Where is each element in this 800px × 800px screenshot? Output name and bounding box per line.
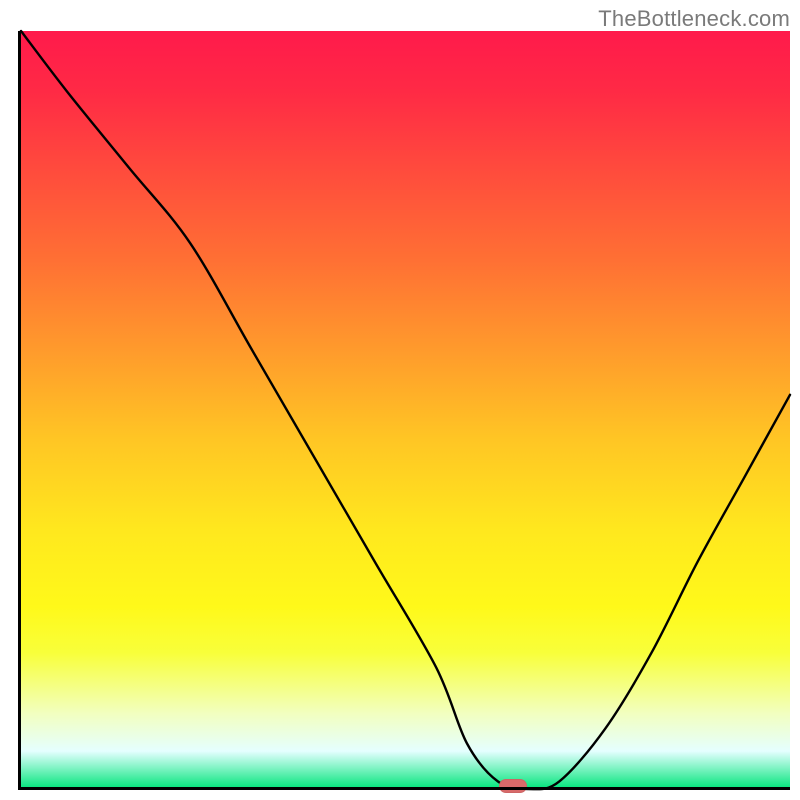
optimal-marker — [499, 779, 527, 793]
y-axis — [18, 31, 21, 789]
plot-area — [21, 31, 790, 789]
x-axis — [18, 787, 790, 790]
curve-layer — [21, 31, 790, 789]
bottleneck-curve-path — [21, 31, 790, 789]
attribution-text: TheBottleneck.com — [598, 6, 790, 32]
bottleneck-chart: TheBottleneck.com — [0, 0, 800, 800]
